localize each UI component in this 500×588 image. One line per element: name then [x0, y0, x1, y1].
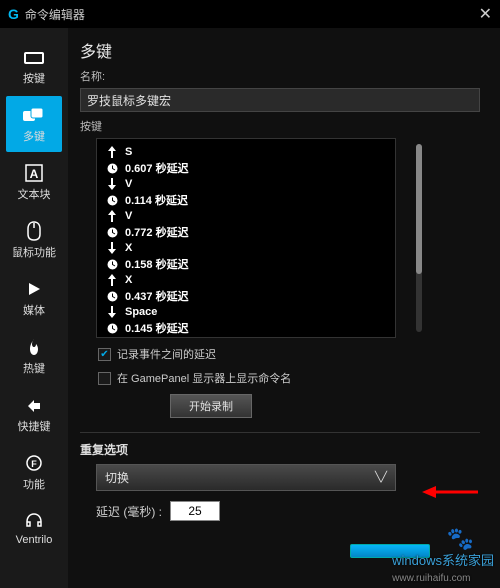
sidebar: 按键 多键 A 文本块 鼠标功能 媒体 热键 快捷键 F 功能	[0, 28, 68, 588]
key-event-text: V	[125, 178, 132, 190]
keys-label: 按键	[80, 118, 480, 134]
titlebar: G 命令编辑器 ✕	[0, 0, 500, 28]
record-delay-checkbox[interactable]: ✔ 记录事件之间的延迟	[98, 346, 480, 362]
sidebar-item-keystroke[interactable]: 按键	[0, 38, 68, 94]
key-event-row[interactable]: S	[101, 145, 391, 159]
flame-icon	[22, 336, 46, 358]
sidebar-item-label: 多键	[23, 128, 45, 144]
key-event-text: S	[125, 146, 132, 158]
clock-icon	[105, 291, 119, 302]
down-icon	[105, 306, 119, 318]
record-delay-label: 记录事件之间的延迟	[117, 346, 216, 362]
annotation-arrow-icon	[422, 483, 478, 501]
watermark: windows系统家园 www.ruihaifu.com	[392, 550, 494, 584]
text-icon: A	[22, 162, 46, 184]
checkbox-checked-icon: ✔	[98, 348, 111, 361]
name-label: 名称:	[80, 68, 480, 84]
sidebar-item-label: 功能	[23, 476, 45, 492]
window-title: 命令编辑器	[25, 6, 85, 23]
down-icon	[105, 242, 119, 254]
content-panel: 多键 名称: 按键 S 0.607 秒延迟 V 0.114 秒延迟 V 0.772 秒延迟…	[68, 28, 500, 588]
key-event-row[interactable]: Space	[101, 305, 391, 319]
gamepanel-checkbox[interactable]: 在 GamePanel 显示器上显示命令名	[98, 370, 480, 386]
start-record-button[interactable]: 开始录制	[170, 394, 252, 418]
key-event-row[interactable]: 0.772 秒延迟	[101, 223, 391, 241]
key-event-row[interactable]: X	[101, 241, 391, 255]
sidebar-item-mouse[interactable]: 鼠标功能	[0, 212, 68, 268]
delay-label: 延迟 (毫秒) :	[96, 503, 162, 520]
repeat-section-title: 重复选项	[80, 441, 480, 458]
divider	[80, 432, 480, 433]
key-event-text: X	[125, 242, 132, 254]
mouse-icon	[22, 220, 46, 242]
key-event-row[interactable]: 0.114 秒延迟	[101, 191, 391, 209]
clock-icon	[105, 163, 119, 174]
up-icon	[105, 146, 119, 158]
key-event-row[interactable]: 0.607 秒延迟	[101, 159, 391, 177]
delay-ms-input[interactable]	[170, 501, 220, 521]
gamepanel-label: 在 GamePanel 显示器上显示命令名	[117, 370, 291, 386]
pawprint-icon: 🐾	[447, 526, 474, 552]
headset-icon	[22, 510, 46, 532]
key-event-row[interactable]: 0.145 秒延迟	[101, 319, 391, 337]
close-icon[interactable]: ✕	[479, 4, 492, 24]
panel-title: 多键	[80, 38, 480, 62]
sidebar-item-label: 热键	[23, 360, 45, 376]
sidebar-item-label: 媒体	[23, 302, 45, 318]
svg-text:F: F	[31, 459, 37, 469]
key-event-row[interactable]: X	[101, 273, 391, 287]
key-event-text: 0.158 秒延迟	[125, 256, 189, 272]
sidebar-item-function[interactable]: F 功能	[0, 444, 68, 500]
key-event-text: X	[125, 274, 132, 286]
macro-name-input[interactable]	[80, 88, 480, 112]
down-icon	[105, 178, 119, 190]
sidebar-item-label: 鼠标功能	[12, 244, 56, 260]
key-event-row[interactable]: V	[101, 177, 391, 191]
key-event-text: V	[125, 210, 132, 222]
key-event-text: 0.437 秒延迟	[125, 288, 189, 304]
key-event-row[interactable]: V	[101, 209, 391, 223]
up-icon	[105, 210, 119, 222]
sidebar-item-textblock[interactable]: A 文本块	[0, 154, 68, 210]
key-event-text: 0.114 秒延迟	[125, 192, 188, 208]
clock-icon	[105, 259, 119, 270]
logitech-logo: G	[8, 6, 19, 22]
scrollbar[interactable]	[416, 144, 422, 332]
multikey-icon	[22, 104, 46, 126]
up-icon	[105, 274, 119, 286]
clock-icon	[105, 195, 119, 206]
checkbox-icon	[98, 372, 111, 385]
sidebar-item-multikey[interactable]: 多键	[6, 96, 62, 152]
svg-text:A: A	[30, 167, 39, 181]
key-event-text: Space	[125, 306, 157, 318]
clock-icon	[105, 227, 119, 238]
key-event-text: 0.772 秒延迟	[125, 224, 189, 240]
dropdown-value: 切换	[105, 469, 129, 486]
key-event-row[interactable]: Space	[101, 337, 391, 338]
key-event-list[interactable]: S 0.607 秒延迟 V 0.114 秒延迟 V 0.772 秒延迟 X 0.158 秒延迟…	[96, 138, 396, 338]
play-icon	[22, 278, 46, 300]
repeat-mode-dropdown[interactable]: 切换 ╲╱	[96, 464, 396, 491]
keyboard-icon	[22, 46, 46, 68]
sidebar-item-label: 文本块	[18, 186, 51, 202]
key-event-text: 0.145 秒延迟	[125, 320, 189, 336]
gear-icon: F	[22, 452, 46, 474]
sidebar-item-shortcut[interactable]: 快捷键	[0, 386, 68, 442]
sidebar-item-label: 按键	[23, 70, 45, 86]
chevron-down-icon: ╲╱	[375, 472, 387, 483]
clock-icon	[105, 323, 119, 334]
shortcut-icon	[22, 394, 46, 416]
sidebar-item-media[interactable]: 媒体	[0, 270, 68, 326]
key-event-row[interactable]: 0.158 秒延迟	[101, 255, 391, 273]
key-event-row[interactable]: 0.437 秒延迟	[101, 287, 391, 305]
sidebar-item-label: Ventrilo	[16, 534, 53, 546]
sidebar-item-ventrilo[interactable]: Ventrilo	[0, 502, 68, 554]
sidebar-item-hotkey[interactable]: 热键	[0, 328, 68, 384]
key-event-text: 0.607 秒延迟	[125, 160, 189, 176]
sidebar-item-label: 快捷键	[18, 418, 51, 434]
